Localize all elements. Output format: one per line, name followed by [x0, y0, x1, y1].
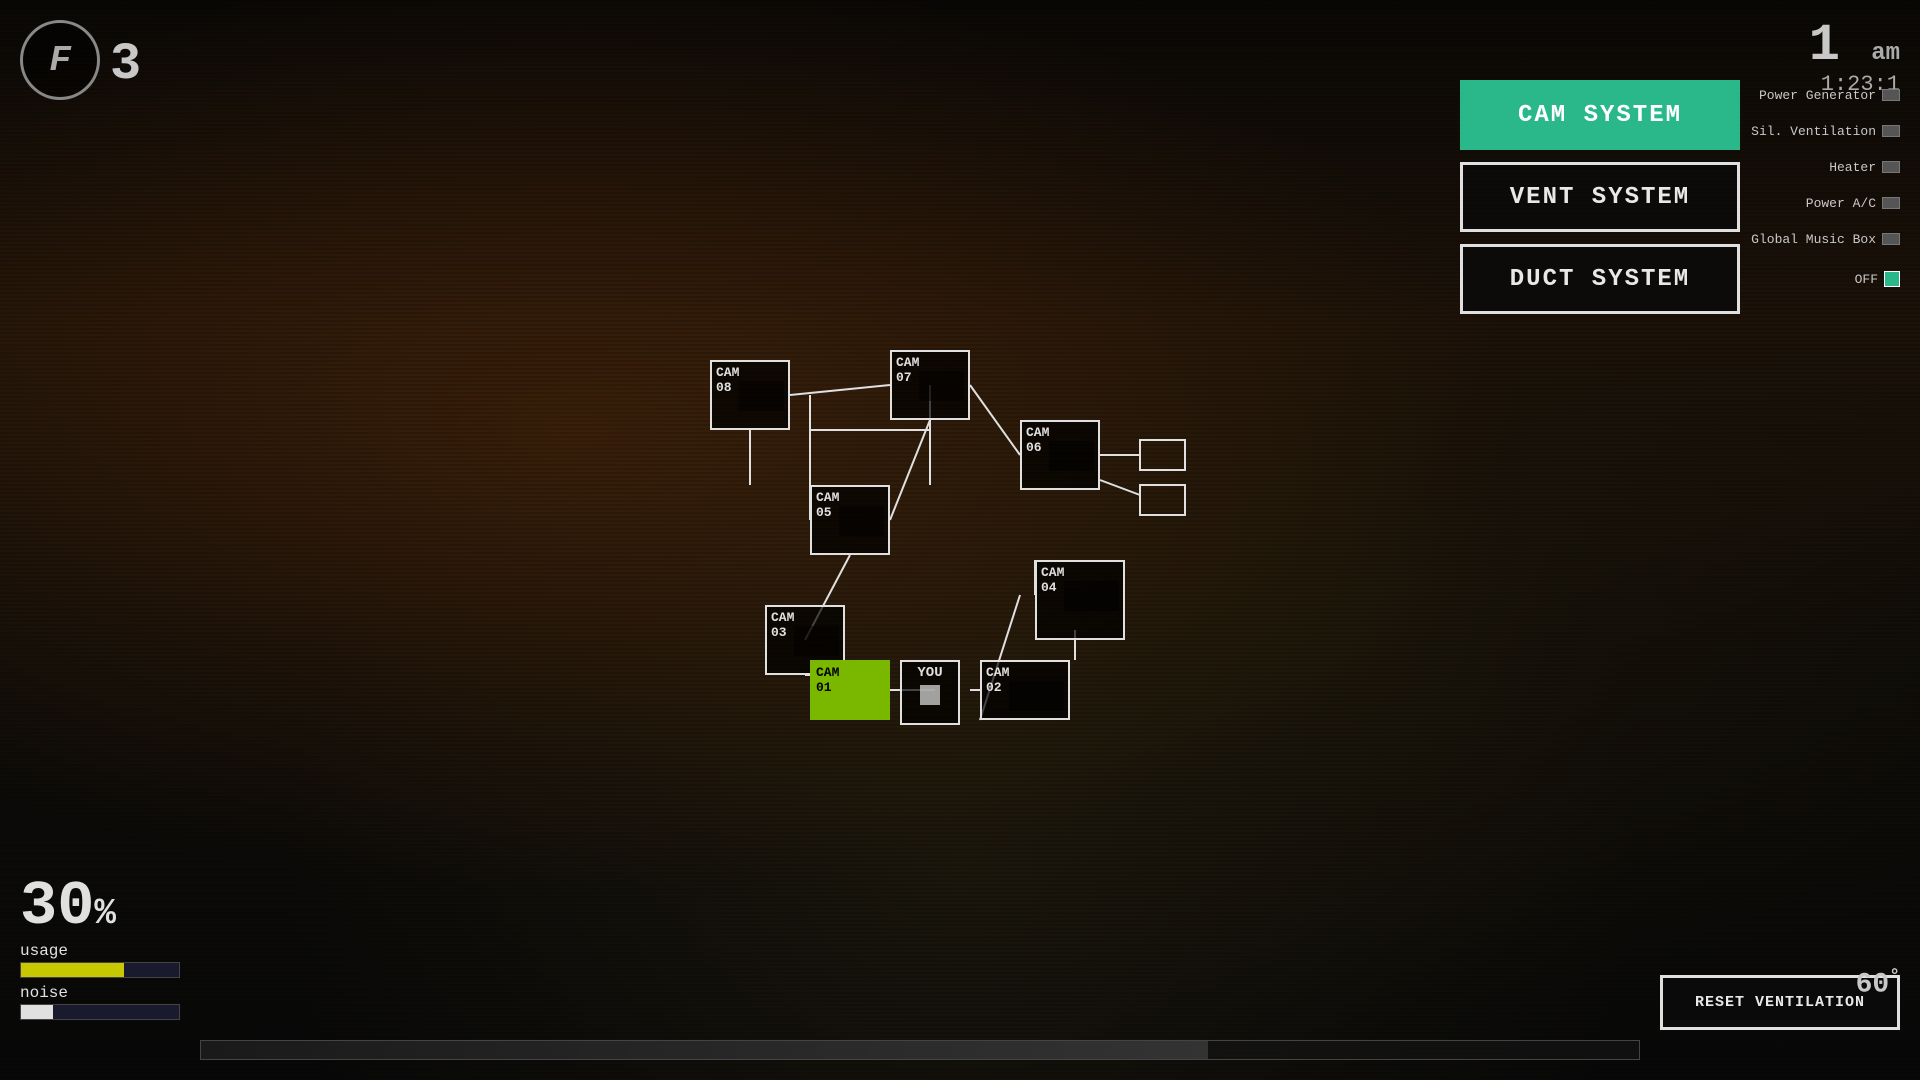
cam-node-07[interactable]: CAM07: [890, 350, 970, 420]
panel-power-ac-label: Power A/C: [1806, 196, 1876, 211]
cam-map: CAM08 CAM07 CAM06 CAM05 CAM04 CAM03 CAM0…: [680, 330, 1200, 830]
cam-node-05[interactable]: CAM05: [810, 485, 890, 555]
freddy-letter: F: [49, 40, 71, 81]
panel-toggle[interactable]: OFF: [1745, 264, 1900, 294]
panel-sil-ventilation-bar: [1882, 125, 1900, 137]
panel-heater[interactable]: Heater: [1745, 152, 1900, 182]
cam-node-06[interactable]: CAM06: [1020, 420, 1100, 490]
usage-bar-fill: [21, 963, 124, 977]
usage-bar-track: [20, 962, 180, 978]
panel-global-music-box-bar: [1882, 233, 1900, 245]
power-percent: 30%: [20, 876, 180, 938]
stats-area: 30% usage noise: [20, 876, 180, 1020]
noise-label: noise: [20, 984, 180, 1002]
system-buttons: CAM SYSTEM VENT SYSTEM DUCT SYSTEM: [1460, 80, 1740, 314]
vent-system-button[interactable]: VENT SYSTEM: [1460, 162, 1740, 232]
bottom-progress-bar: [200, 1040, 1640, 1060]
right-panel: Power Generator Sil. Ventilation Heater …: [1745, 80, 1900, 294]
panel-power-generator-bar: [1882, 89, 1900, 101]
cam-node-01[interactable]: CAM01: [810, 660, 890, 720]
night-number: 3: [110, 35, 141, 94]
cam-node-04[interactable]: CAM04: [1035, 560, 1125, 640]
panel-heater-label: Heater: [1829, 160, 1876, 175]
duct-system-button[interactable]: DUCT SYSTEM: [1460, 244, 1740, 314]
usage-label: usage: [20, 942, 180, 960]
noise-bar-track: [20, 1004, 180, 1020]
panel-global-music-box[interactable]: Global Music Box: [1745, 224, 1900, 254]
panel-power-ac[interactable]: Power A/C: [1745, 188, 1900, 218]
panel-sil-ventilation-label: Sil. Ventilation: [1751, 124, 1876, 139]
you-node: YOU: [900, 660, 960, 725]
cam-node-08[interactable]: CAM08: [710, 360, 790, 430]
panel-power-ac-bar: [1882, 197, 1900, 209]
panel-sil-ventilation[interactable]: Sil. Ventilation: [1745, 116, 1900, 146]
cam-system-button[interactable]: CAM SYSTEM: [1460, 80, 1740, 150]
panel-global-music-box-label: Global Music Box: [1751, 232, 1876, 247]
panel-heater-bar: [1882, 161, 1900, 173]
panel-power-generator-label: Power Generator: [1759, 88, 1876, 103]
temperature-display: 60°: [1856, 967, 1900, 1000]
panel-power-generator[interactable]: Power Generator: [1745, 80, 1900, 110]
cam-node-02[interactable]: CAM02: [980, 660, 1070, 720]
bottom-bar-fill: [201, 1041, 1208, 1059]
panel-toggle-indicator: [1884, 271, 1900, 287]
noise-bar-fill: [21, 1005, 53, 1019]
clock-hour: 1 am: [1809, 20, 1900, 72]
panel-toggle-label: OFF: [1855, 272, 1878, 287]
freddy-icon: F: [20, 20, 100, 100]
